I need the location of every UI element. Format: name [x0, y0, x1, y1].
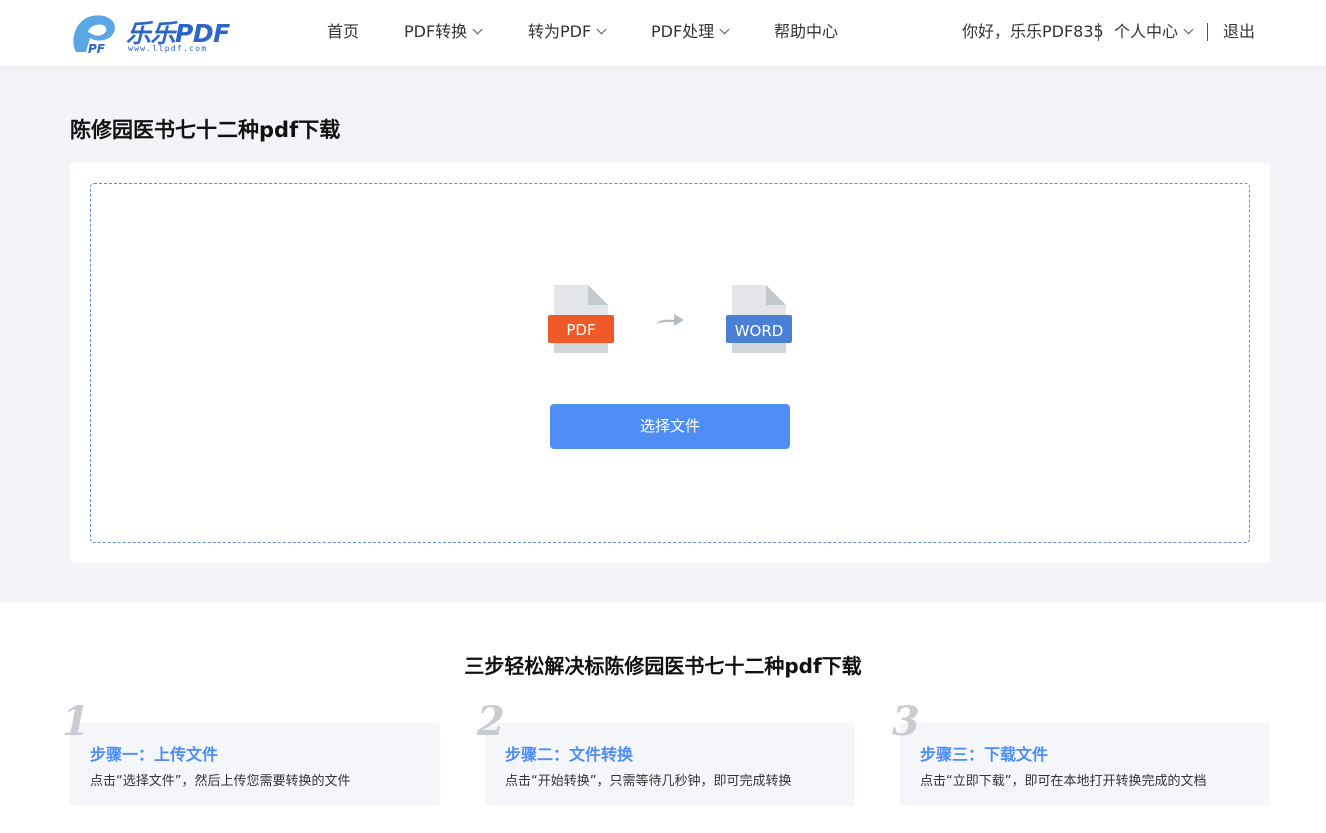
user-center-label: 个人中心: [1114, 22, 1179, 41]
pdf-file-icon: PDF: [548, 285, 614, 353]
nav-home[interactable]: 首页: [327, 21, 359, 43]
svg-text:PF: PF: [88, 42, 106, 56]
word-file-icon: WORD: [726, 285, 792, 353]
page-title: 陈修园医书七十二种pdf下载: [70, 118, 341, 142]
nav-to-pdf[interactable]: 转为PDF: [528, 21, 607, 43]
nav-help-label: 帮助中心: [774, 22, 839, 41]
user-greeting[interactable]: 你好，乐乐PDF835: [962, 21, 1104, 45]
file-dropzone[interactable]: [90, 183, 1250, 543]
step-description: 点击“选择文件”，然后上传您需要转换的文件: [90, 774, 351, 789]
step-number: 2: [477, 698, 505, 745]
divider: [1207, 23, 1208, 41]
steps-title: 三步轻松解决标陈修园医书七十二种pdf下载: [464, 654, 862, 678]
nav-help[interactable]: 帮助中心: [774, 21, 838, 43]
word-icon-label: WORD: [735, 322, 784, 340]
step-description: 点击“立即下载”，即可在本地打开转换完成的文档: [920, 774, 1207, 789]
divider: [1098, 23, 1099, 41]
logo-icon: PF: [73, 15, 115, 56]
chevron-down-icon: [719, 24, 730, 35]
nav-pdf-process-label: PDF处理: [651, 22, 715, 41]
chevron-down-icon: [1183, 24, 1194, 35]
chevron-down-icon: [472, 24, 483, 35]
step-description: 点击“开始转换”，只需等待几秒钟，即可完成转换: [505, 774, 792, 789]
select-file-button[interactable]: 选择文件: [550, 404, 790, 449]
step-number: 1: [62, 698, 90, 745]
step-number: 3: [892, 698, 920, 745]
nav-pdf-convert[interactable]: PDF转换: [404, 21, 483, 43]
step-heading: 步骤一：上传文件: [90, 745, 219, 764]
nav-pdf-process[interactable]: PDF处理: [651, 21, 730, 43]
user-center-menu[interactable]: 个人中心: [1114, 21, 1194, 45]
nav-to-pdf-label: 转为PDF: [528, 22, 592, 41]
pdf-icon-label: PDF: [566, 321, 595, 339]
step-heading: 步骤二：文件转换: [505, 745, 634, 764]
logout-link[interactable]: 退出: [1223, 21, 1255, 45]
logo[interactable]: PF 乐乐PDF www.llpdf.com: [68, 12, 238, 56]
chevron-down-icon: [596, 24, 607, 35]
logo-url: www.llpdf.com: [128, 44, 208, 53]
top-header: PF 乐乐PDF www.llpdf.com 首页 PDF转换 转为PDF PD…: [0, 0, 1326, 66]
step-heading: 步骤三：下载文件: [920, 745, 1049, 764]
arrow-right-icon: [656, 314, 684, 326]
nav-pdf-convert-label: PDF转换: [404, 22, 468, 41]
nav-home-label: 首页: [327, 22, 360, 41]
